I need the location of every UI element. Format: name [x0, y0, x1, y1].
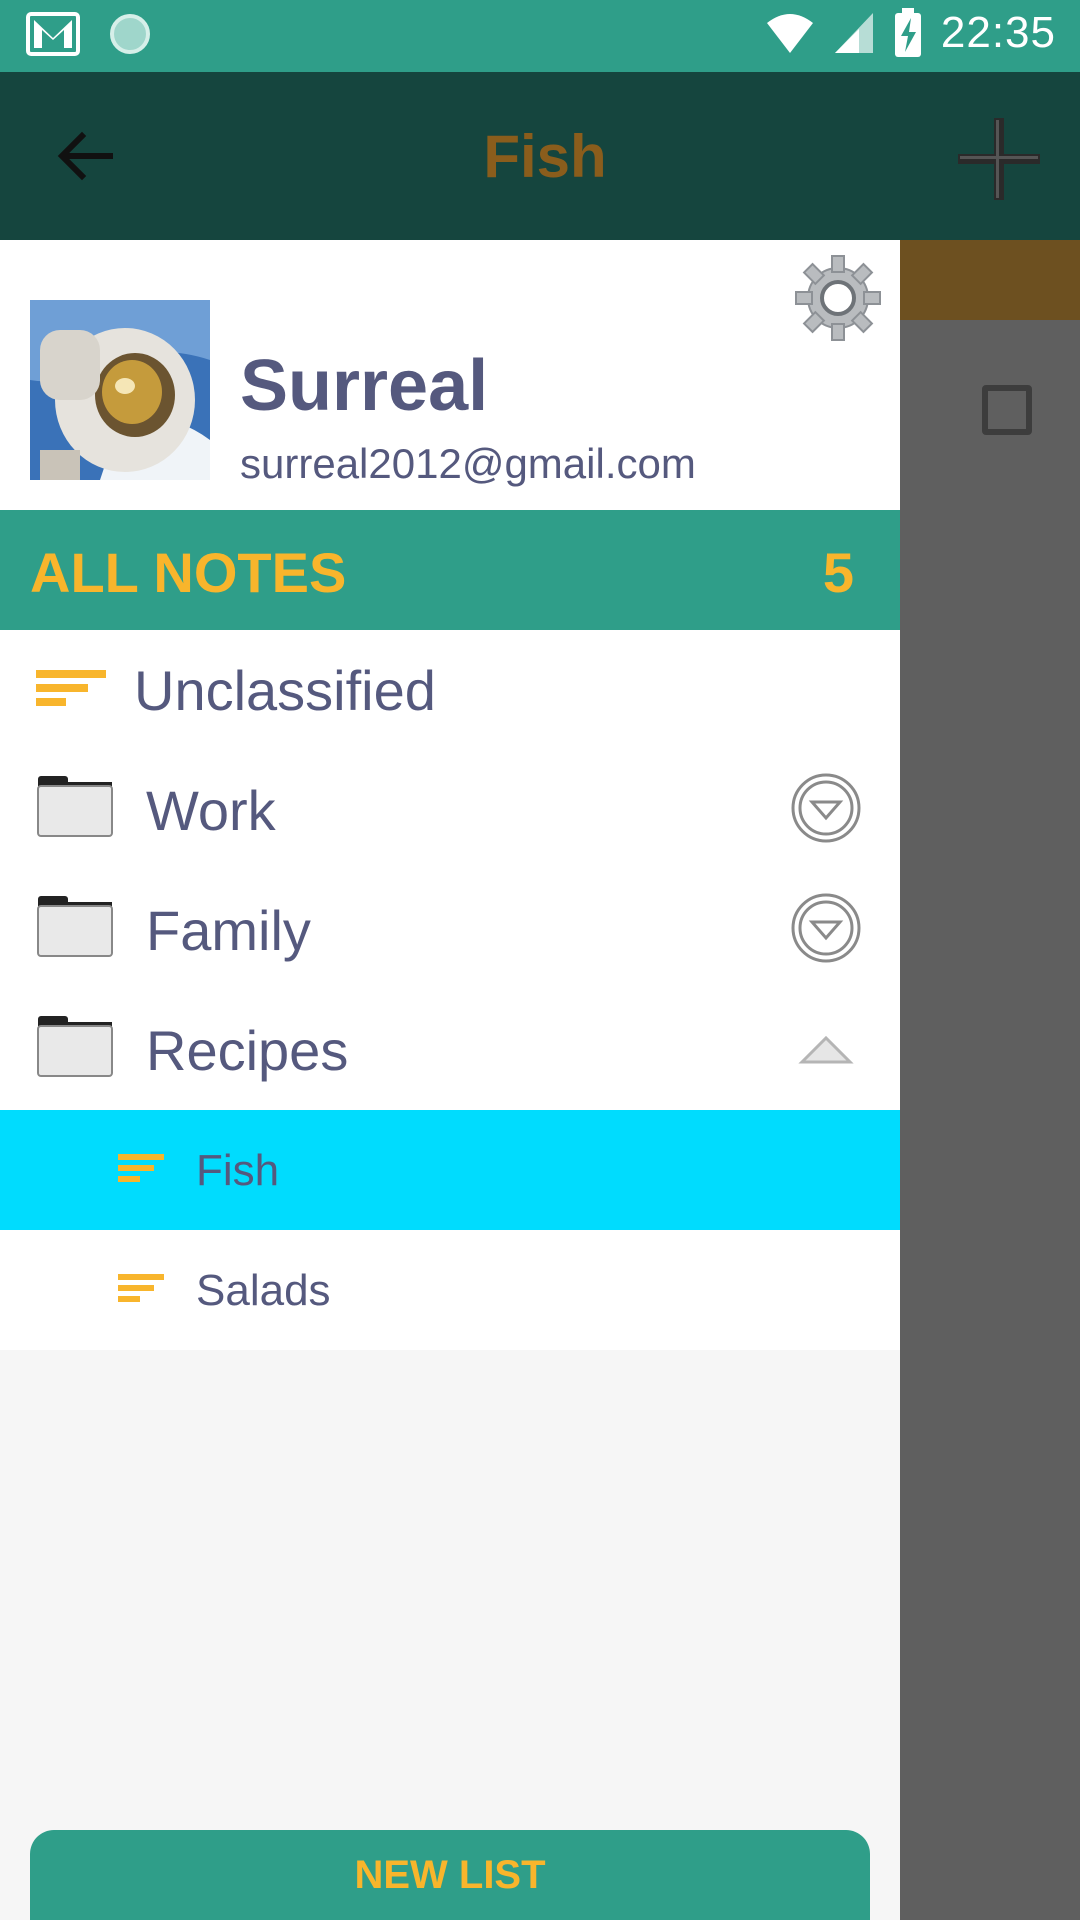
sub-item-salads[interactable]: Salads	[0, 1230, 900, 1350]
folder-icon	[37, 776, 113, 837]
folder-item-work[interactable]: Work	[0, 750, 900, 870]
app-bar: Fish	[0, 72, 1080, 240]
all-notes-count: 5	[822, 541, 854, 604]
wifi-icon	[766, 14, 813, 53]
folder-icon	[37, 896, 113, 957]
folder-icon	[37, 1016, 113, 1077]
add-icon[interactable]	[954, 114, 1044, 204]
all-notes-label: ALL NOTES	[30, 541, 347, 604]
sub-item-label: Fish	[196, 1146, 280, 1195]
page-title: Fish	[483, 123, 607, 190]
list-lines-icon	[118, 1274, 164, 1302]
sync-icon	[110, 14, 150, 54]
expand-down-icon[interactable]	[790, 772, 862, 844]
sub-item-label: Salads	[196, 1266, 331, 1315]
expand-down-icon[interactable]	[790, 892, 862, 964]
gmail-icon	[26, 12, 80, 56]
background-note-strip	[900, 240, 1080, 320]
folder-label: Recipes	[146, 1019, 349, 1082]
folder-item-recipes[interactable]: Recipes	[0, 990, 900, 1110]
profile-email: surreal2012@gmail.com	[240, 440, 696, 487]
profile-name: Surreal	[240, 346, 489, 426]
list-lines-icon	[118, 1154, 164, 1182]
settings-gear-icon[interactable]	[794, 254, 882, 342]
navigation-drawer: Surreal surreal2012@gmail.com ALL NOTES …	[0, 240, 900, 1920]
signal-icon	[834, 13, 873, 53]
status-bar: 22:35	[0, 0, 1080, 72]
list-item-label: Unclassified	[134, 659, 436, 722]
folder-item-family[interactable]: Family	[0, 870, 900, 990]
profile-header: Surreal surreal2012@gmail.com	[0, 240, 900, 510]
list-lines-icon	[36, 670, 106, 706]
collapse-up-icon[interactable]	[790, 1012, 862, 1084]
avatar[interactable]	[30, 300, 210, 480]
folder-label: Work	[146, 779, 276, 842]
new-list-button[interactable]: NEW LIST	[30, 1830, 870, 1920]
clock: 22:35	[940, 8, 1056, 57]
list-item-unclassified[interactable]: Unclassified	[0, 630, 900, 750]
background-checkbox	[982, 385, 1032, 435]
all-notes-header[interactable]: ALL NOTES 5	[0, 510, 900, 630]
folder-label: Family	[146, 899, 311, 962]
battery-charging-icon	[894, 8, 921, 57]
sub-item-fish[interactable]: Fish	[0, 1110, 900, 1230]
